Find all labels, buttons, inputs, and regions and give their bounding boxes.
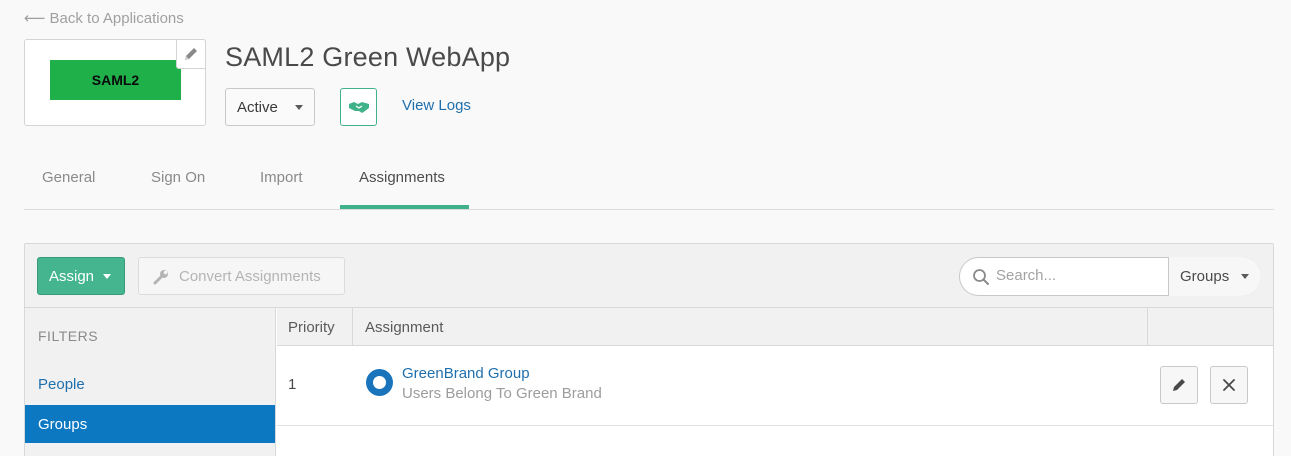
wrench-icon bbox=[153, 270, 168, 285]
column-header-assignment[interactable]: Assignment bbox=[353, 308, 1148, 346]
chevron-down-icon bbox=[1241, 274, 1249, 279]
edit-logo-button[interactable] bbox=[176, 39, 206, 69]
remove-assignment-button[interactable] bbox=[1210, 366, 1248, 404]
search-icon bbox=[973, 269, 989, 285]
chevron-down-icon bbox=[295, 105, 303, 110]
assign-button-label: Assign bbox=[49, 267, 95, 285]
tab-general[interactable]: General bbox=[42, 169, 95, 186]
convert-assignments-button[interactable]: Convert Assignments bbox=[138, 257, 345, 295]
back-link-label: Back to Applications bbox=[49, 10, 184, 27]
assignments-toolbar: Assign Convert Assignments Groups bbox=[25, 244, 1273, 308]
search-input[interactable] bbox=[996, 267, 1156, 284]
filter-groups[interactable]: Groups bbox=[25, 405, 275, 443]
table-header: Priority Assignment bbox=[277, 308, 1273, 346]
close-icon bbox=[1223, 379, 1235, 391]
filter-people-label: People bbox=[38, 375, 85, 393]
group-icon bbox=[366, 369, 393, 396]
filters-title: FILTERS bbox=[38, 328, 99, 344]
tab-assignments[interactable]: Assignments bbox=[359, 169, 445, 186]
search-box: Groups bbox=[959, 257, 1261, 296]
search-scope-value: Groups bbox=[1180, 268, 1230, 285]
edit-assignment-button[interactable] bbox=[1160, 366, 1198, 404]
app-logo-card: SAML2 bbox=[24, 39, 206, 126]
tab-sign-on[interactable]: Sign On bbox=[151, 169, 205, 186]
app-logo: SAML2 bbox=[50, 60, 181, 100]
row-priority: 1 bbox=[288, 376, 297, 393]
app-logo-text: SAML2 bbox=[91, 72, 140, 88]
left-arrow-icon: ⟵ bbox=[24, 10, 46, 27]
group-name-link[interactable]: GreenBrand Group bbox=[402, 365, 530, 382]
assign-button[interactable]: Assign bbox=[37, 257, 125, 295]
active-tab-indicator bbox=[340, 205, 469, 209]
group-description: Users Belong To Green Brand bbox=[402, 385, 602, 402]
edit-icon bbox=[1173, 379, 1185, 391]
tab-import[interactable]: Import bbox=[260, 169, 303, 186]
page-title: SAML2 Green WebApp bbox=[225, 42, 511, 72]
provisioning-button[interactable] bbox=[340, 88, 377, 126]
status-dropdown[interactable]: Active bbox=[225, 88, 315, 126]
assignments-panel: Assign Convert Assignments Groups FIL bbox=[24, 243, 1274, 456]
filters-sidebar: FILTERS People Groups bbox=[25, 308, 276, 456]
column-header-actions bbox=[1148, 308, 1273, 346]
tab-bar: General Sign On Import Assignments bbox=[24, 155, 1274, 210]
assignments-table: Priority Assignment 1 GreenBrand Group U… bbox=[277, 308, 1273, 456]
convert-assignments-label: Convert Assignments bbox=[179, 267, 321, 285]
table-row: 1 GreenBrand Group Users Belong To Green… bbox=[277, 346, 1273, 426]
status-value: Active bbox=[237, 98, 278, 116]
handshake-icon bbox=[348, 102, 369, 113]
filter-groups-label: Groups bbox=[38, 415, 88, 433]
filter-people[interactable]: People bbox=[25, 365, 275, 403]
view-logs-link[interactable]: View Logs bbox=[402, 97, 471, 114]
column-header-priority[interactable]: Priority bbox=[277, 308, 353, 346]
chevron-down-icon bbox=[103, 274, 111, 279]
search-scope-dropdown[interactable]: Groups bbox=[1168, 257, 1261, 296]
pencil-icon bbox=[185, 48, 197, 60]
back-to-applications-link[interactable]: ⟵ Back to Applications bbox=[24, 9, 184, 27]
